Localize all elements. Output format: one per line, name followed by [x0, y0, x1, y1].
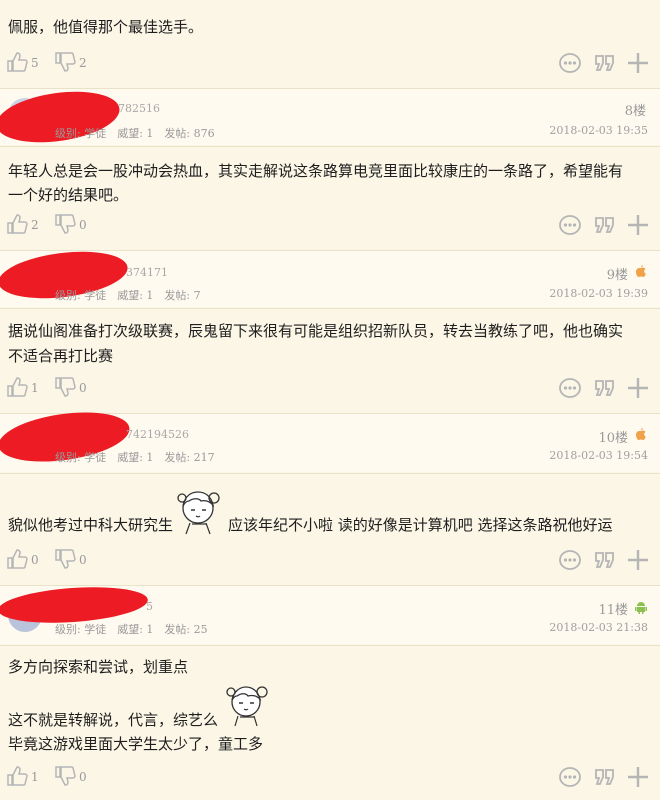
post-body-line: 多方向探索和尝试，划重点	[8, 658, 189, 676]
like-count: 5	[31, 56, 39, 70]
thumbs-down-icon[interactable]	[54, 51, 76, 73]
post-date: 2018-02-03 19:35	[549, 124, 648, 137]
thumbs-up-icon[interactable]	[6, 51, 28, 73]
post-body-line: 佩服，他值得那个最佳选手。	[8, 18, 204, 36]
comment-icon[interactable]	[558, 51, 582, 75]
quote-icon[interactable]	[593, 213, 617, 237]
like-count: 1	[31, 381, 39, 395]
floor-number: 8楼	[624, 104, 646, 119]
username[interactable]: 782516	[118, 102, 160, 115]
floor-number: 9楼	[606, 268, 628, 283]
thumbs-up-icon[interactable]	[6, 548, 28, 570]
user-meta: 级别: 学徒 威望: 1 发帖: 876	[55, 127, 215, 140]
dislike-count: 0	[79, 553, 87, 567]
plus-icon[interactable]	[626, 51, 650, 75]
divider	[0, 645, 660, 646]
username[interactable]: 742194526	[126, 428, 189, 441]
post-body-line: 年轻人总是会一股冲动会热血，其实走解说这条路算电竞里面比较康庄的一条路了，希望能…	[8, 162, 624, 180]
user-meta: 级别: 学徒 威望: 1 发帖: 7	[55, 289, 201, 302]
quote-icon[interactable]	[593, 51, 617, 75]
post-body-line: 据说仙阁准备打次级联赛，辰鬼留下来很有可能是组织招新队员，转去当教练了吧，他也确…	[8, 322, 624, 340]
apple-icon	[636, 265, 646, 277]
user-meta: 级别: 学徒 威望: 1 发帖: 25	[55, 623, 208, 636]
android-icon	[635, 602, 647, 614]
dislike-count: 0	[79, 218, 87, 232]
quote-icon[interactable]	[593, 376, 617, 400]
post-body-line: 不适合再打比赛	[8, 347, 114, 365]
divider	[0, 146, 660, 147]
thumbs-down-icon[interactable]	[54, 548, 76, 570]
comment-icon[interactable]	[558, 548, 582, 572]
post-body-line: 毕竟这游戏里面大学生太少了，童工多	[8, 735, 264, 753]
plus-icon[interactable]	[626, 376, 650, 400]
apple-icon	[636, 428, 646, 440]
quote-icon[interactable]	[593, 765, 617, 789]
dislike-count: 2	[79, 56, 87, 70]
thumbs-up-icon[interactable]	[6, 376, 28, 398]
comment-icon[interactable]	[558, 765, 582, 789]
username[interactable]: 374171	[126, 266, 168, 279]
post-date: 2018-02-03 19:54	[549, 449, 648, 462]
like-count: 0	[31, 553, 39, 567]
divider	[0, 473, 660, 474]
thumbs-down-icon[interactable]	[54, 213, 76, 235]
plus-icon[interactable]	[626, 765, 650, 789]
plus-icon[interactable]	[626, 548, 650, 572]
like-count: 1	[31, 770, 39, 784]
quote-icon[interactable]	[593, 548, 617, 572]
comment-icon[interactable]	[558, 376, 582, 400]
post-date: 2018-02-03 21:38	[549, 621, 648, 634]
floor-number: 11楼	[598, 603, 628, 618]
dislike-count: 0	[79, 770, 87, 784]
comment-icon[interactable]	[558, 213, 582, 237]
post-body-line: 貌似他考过中科大研究生	[8, 516, 174, 534]
floor-number: 10楼	[598, 431, 628, 446]
thumbs-down-icon[interactable]	[54, 765, 76, 787]
chibi-sticker-icon	[226, 686, 268, 727]
thumbs-down-icon[interactable]	[54, 376, 76, 398]
thumbs-up-icon[interactable]	[6, 765, 28, 787]
divider	[0, 308, 660, 309]
post-body-line: 应该年纪不小啦 读的好像是计算机吧 选择这条路祝他好运	[228, 516, 613, 534]
username[interactable]: 5	[146, 600, 153, 613]
thumbs-up-icon[interactable]	[6, 213, 28, 235]
dislike-count: 0	[79, 381, 87, 395]
post-body-line: 这不就是转解说，代言，综艺么	[8, 711, 219, 729]
chibi-sticker-icon	[177, 491, 220, 535]
post-body-line: 一个好的结果吧。	[8, 186, 129, 204]
like-count: 2	[31, 218, 39, 232]
post-date: 2018-02-03 19:39	[549, 287, 648, 300]
user-meta: 级别: 学徒 威望: 1 发帖: 217	[55, 451, 215, 464]
plus-icon[interactable]	[626, 213, 650, 237]
